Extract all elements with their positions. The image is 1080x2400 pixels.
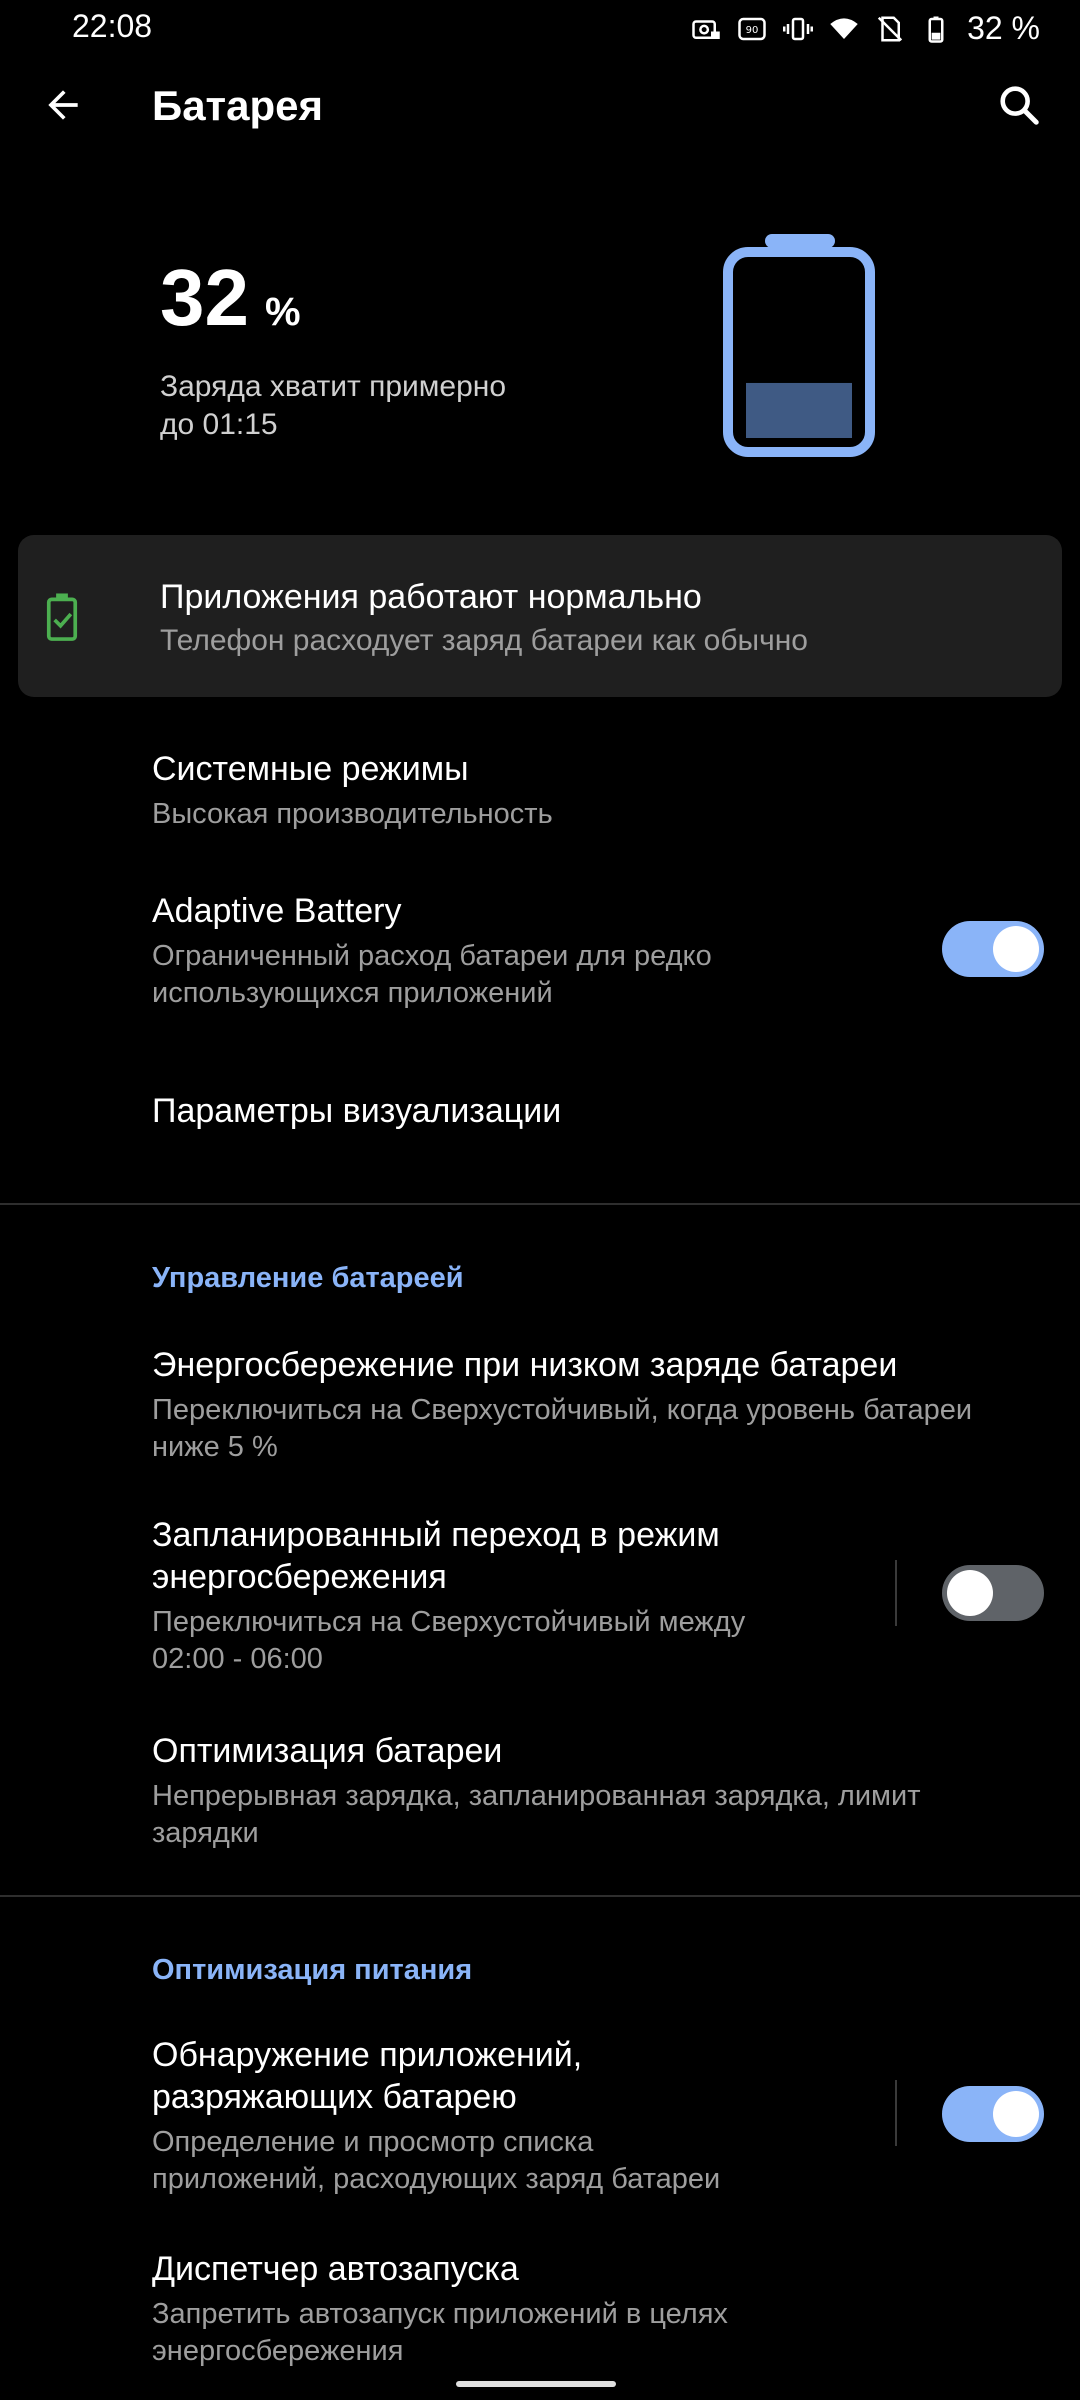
divider	[0, 1203, 1080, 1205]
battery-large-icon	[723, 234, 875, 457]
toggle-separator	[895, 2080, 897, 2146]
scheduled-saver-subtitle: Переключиться на Сверхустойчивый между 0…	[152, 1606, 746, 1675]
drain-detection-toggle[interactable]	[942, 2086, 1044, 2142]
system-modes-subtitle: Высокая производительность	[152, 798, 553, 830]
status-icons: 90 32 %	[691, 10, 1040, 47]
scheduled-saver-toggle[interactable]	[942, 1565, 1044, 1621]
battery-check-icon	[46, 593, 78, 641]
wifi-icon	[830, 17, 858, 39]
visualization-title: Параметры визуализации	[152, 1092, 562, 1130]
battery-optimization-subtitle: Непрерывная зарядка, запланированная зар…	[152, 1780, 921, 1849]
back-button[interactable]	[36, 78, 90, 132]
adaptive-battery-toggle[interactable]	[942, 921, 1044, 977]
arrow-back-icon	[48, 90, 78, 120]
drain-detection-subtitle: Определение и просмотр списка приложений…	[152, 2126, 721, 2195]
autostart-manager-subtitle: Запретить автозапуск приложений в целях …	[152, 2298, 728, 2366]
divider	[0, 1895, 1080, 1897]
search-button[interactable]	[992, 78, 1046, 132]
adaptive-battery-subtitle: Ограниченный расход батареи для редко ис…	[152, 940, 712, 1009]
toggle-separator	[895, 1560, 897, 1626]
section-battery-management: Управление батареей	[152, 1262, 464, 1294]
battery-estimate: Заряда хватит примерно до 01:15	[160, 370, 507, 441]
battery-optimization-title: Оптимизация батареи	[152, 1732, 503, 1770]
drain-detection-title: Обнаружение приложений, разряжающих бата…	[152, 2036, 583, 2116]
home-indicator[interactable]	[456, 2381, 616, 2387]
app-status-subtitle: Телефон расходует заряд батареи как обыч…	[160, 624, 808, 657]
section-power-optimization: Оптимизация питания	[152, 1954, 473, 1986]
camera-lock-icon	[692, 19, 720, 39]
scheduled-saver-title: Запланированный переход в режим энергосб…	[152, 1516, 720, 1596]
adaptive-battery-title: Adaptive Battery	[152, 892, 402, 930]
svg-text:90: 90	[746, 24, 759, 35]
battery-percent: 32%	[160, 253, 301, 342]
page-title: Батарея	[152, 82, 323, 129]
battery-status-icon	[928, 16, 944, 43]
low-battery-saver-subtitle: Переключиться на Сверхустойчивый, когда …	[152, 1394, 973, 1463]
status-battery-percent: 32 %	[967, 10, 1040, 46]
status-time: 22:08	[72, 8, 153, 44]
low-battery-saver-title: Энергосбережение при низком заряде батар…	[152, 1346, 898, 1384]
app-status-title: Приложения работают нормально	[160, 578, 702, 616]
autostart-manager-title: Диспетчер автозапуска	[152, 2250, 519, 2288]
refresh-rate-icon: 90	[738, 17, 766, 40]
search-icon	[1000, 86, 1039, 125]
no-sim-icon	[877, 16, 903, 41]
vibrate-icon	[783, 17, 814, 40]
system-modes-title: Системные режимы	[152, 750, 469, 788]
